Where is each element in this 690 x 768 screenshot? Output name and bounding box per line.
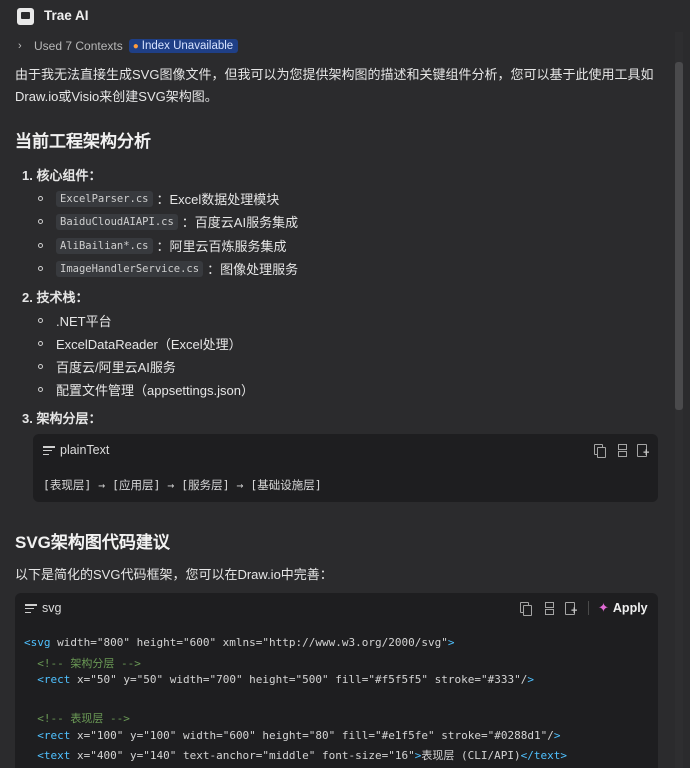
code-content: [表现层] → [应用层] → [服务层] → [基础设施层] xyxy=(43,478,322,492)
index-status-badge[interactable]: ● Index Unavailable xyxy=(128,39,239,53)
trae-logo-icon xyxy=(17,8,34,25)
header: Trae AI xyxy=(0,0,690,32)
bullet-icon xyxy=(38,266,43,271)
list-item-tech-stack: 2. 技术栈： xyxy=(22,290,89,305)
new-file-icon[interactable] xyxy=(636,444,649,459)
bullet-icon xyxy=(38,196,43,201)
list-item: ImageHandlerService.cs ：图像处理服务 xyxy=(38,259,298,278)
bullet-icon xyxy=(38,364,43,369)
copy-icon[interactable] xyxy=(593,444,606,458)
list-item-text: ：Excel数据处理模块 xyxy=(156,192,280,207)
code-line: <!-- 表现层 --> xyxy=(24,712,130,725)
inline-code: ExcelParser.cs xyxy=(56,190,153,207)
inline-code: ImageHandlerService.cs xyxy=(56,260,204,277)
bullet-icon xyxy=(38,341,43,346)
apply-button[interactable]: ✦ Apply xyxy=(598,600,648,616)
section-heading-architecture: 当前工程架构分析 xyxy=(15,132,151,151)
menu-icon xyxy=(43,446,55,455)
section-intro: 以下是简化的SVG代码框架，您可以在Draw.io中完善： xyxy=(15,567,333,582)
apply-label: Apply xyxy=(612,601,648,615)
sparkle-icon: ✦ xyxy=(598,600,609,615)
list-item-core-components: 1. 核心组件： xyxy=(22,168,102,183)
scrollbar-thumb[interactable] xyxy=(675,62,683,410)
list-item: ExcelParser.cs ：Excel数据处理模块 xyxy=(38,189,279,208)
code-line: <!-- 架构分层 --> xyxy=(24,657,141,670)
code-line: <svg width="800" height="600" xmlns="htt… xyxy=(24,636,455,649)
list-item: BaiduCloudAIAPI.cs ：百度云AI服务集成 xyxy=(38,212,298,231)
list-item: 配置文件管理（appsettings.json） xyxy=(38,380,254,399)
code-language-label: plainText xyxy=(60,443,110,457)
context-row[interactable]: › Used 7 Contexts ● Index Unavailable xyxy=(18,38,239,54)
list-item-text: ：百度云AI服务集成 xyxy=(181,215,299,230)
menu-icon xyxy=(25,604,37,613)
app-title: Trae AI xyxy=(44,8,89,23)
code-block-plaintext: plainText [表现层] → [应用层] → [服务层] → [基础设施层… xyxy=(33,434,658,502)
intro-paragraph: 由于我无法直接生成SVG图像文件，但我可以为您提供架构图的描述和关键组件分析，您… xyxy=(15,67,654,104)
new-file-icon[interactable] xyxy=(564,602,577,617)
badge-label: Index Unavailable xyxy=(141,40,234,52)
list-item-layers: 3. 架构分层： xyxy=(22,411,102,426)
copy-icon[interactable] xyxy=(519,602,532,616)
bullet-icon xyxy=(38,318,43,323)
list-item-text: .NET平台 xyxy=(56,314,112,329)
code-line: <rect x="50" y="50" width="700" height="… xyxy=(37,673,534,686)
bullet-icon xyxy=(38,387,43,392)
list-item-text: 配置文件管理（appsettings.json） xyxy=(56,383,254,398)
divider xyxy=(588,601,589,615)
list-item: 百度云/阿里云AI服务 xyxy=(38,357,176,376)
insert-icon[interactable] xyxy=(541,602,554,615)
list-item: .NET平台 xyxy=(38,311,112,330)
bullet-icon xyxy=(38,219,43,224)
list-item: ExcelDataReader（Excel处理） xyxy=(38,334,242,353)
inline-code: BaiduCloudAIAPI.cs xyxy=(56,213,178,230)
warning-icon: ● xyxy=(132,40,139,52)
insert-icon[interactable] xyxy=(614,444,627,457)
list-item-text: ：图像处理服务 xyxy=(207,262,299,277)
section-heading-svg: SVG架构图代码建议 xyxy=(15,533,170,552)
list-item-text: ：阿里云百炼服务集成 xyxy=(156,239,287,254)
code-language-label: svg xyxy=(42,601,62,615)
inline-code: AliBailian*.cs xyxy=(56,237,153,254)
code-line: <text x="400" y="140" text-anchor="middl… xyxy=(37,749,567,762)
list-item: AliBailian*.cs ：阿里云百炼服务集成 xyxy=(38,236,287,255)
bullet-icon xyxy=(38,243,43,248)
chevron-right-icon[interactable]: › xyxy=(18,40,28,52)
list-item-text: ExcelDataReader（Excel处理） xyxy=(56,337,242,352)
list-item-text: 百度云/阿里云AI服务 xyxy=(56,360,176,375)
code-line: <rect x="100" y="100" width="600" height… xyxy=(37,729,561,742)
contexts-label[interactable]: Used 7 Contexts xyxy=(34,39,123,53)
